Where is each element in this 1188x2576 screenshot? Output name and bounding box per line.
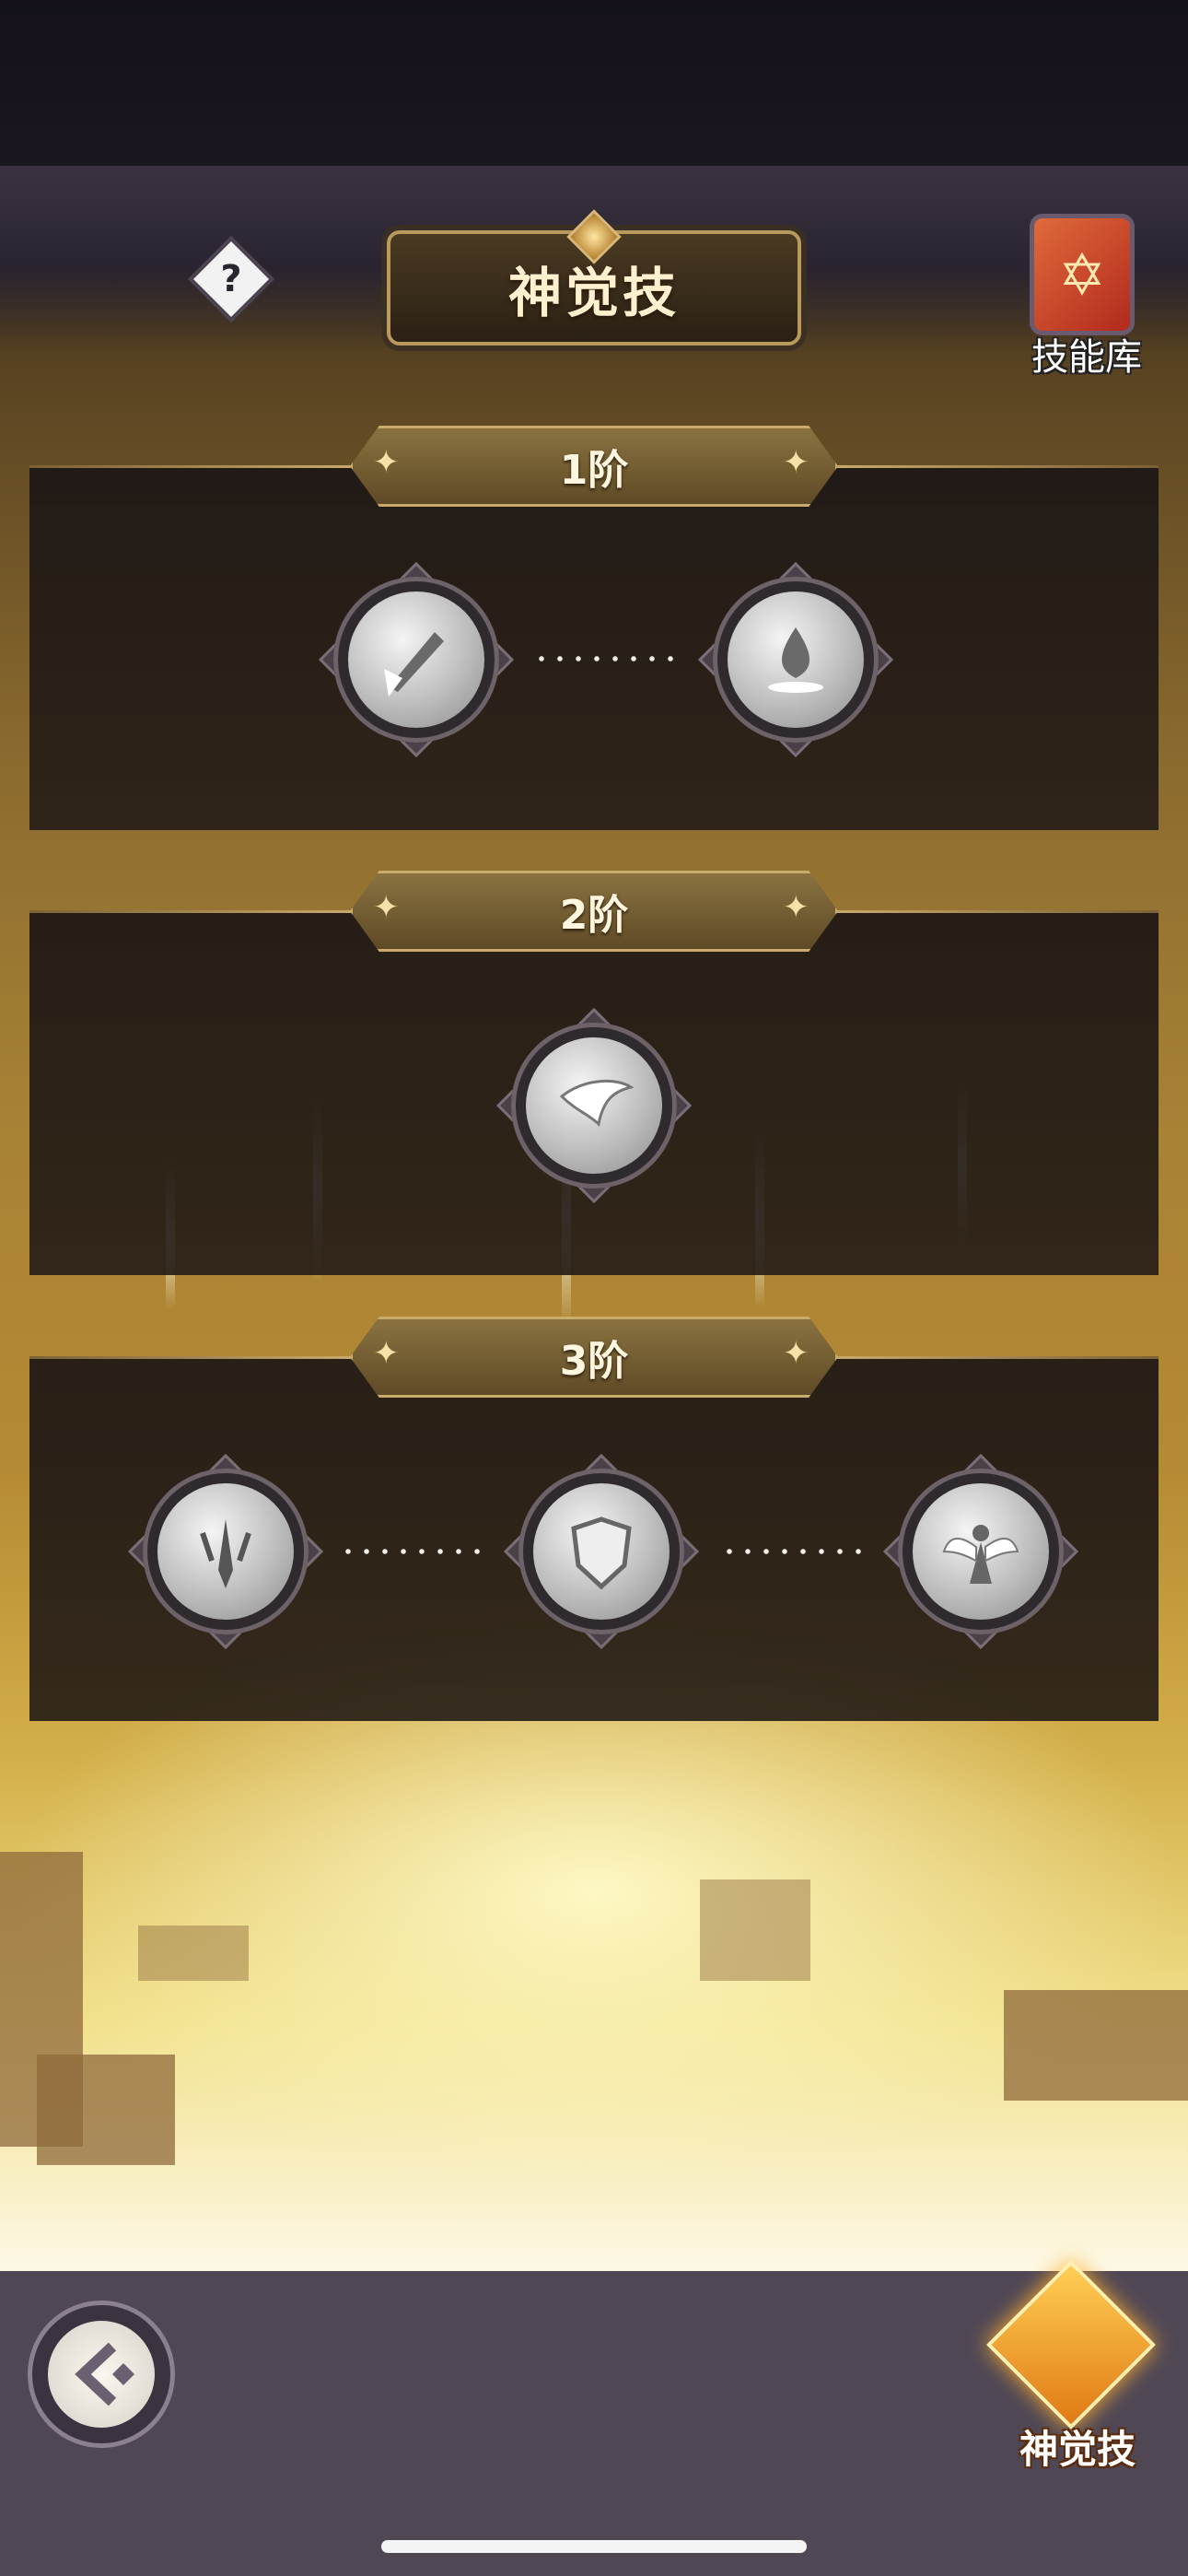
skill-node-trident-sword[interactable]: [126, 1452, 325, 1651]
sparkle-icon: ✦: [373, 889, 400, 926]
tier-3-label: 3阶: [559, 1338, 629, 1385]
tier-2-label: 2阶: [559, 892, 629, 939]
shield-skill-icon: [533, 1483, 670, 1620]
connector-dots: [720, 1548, 868, 1555]
banner-line-left: [29, 1356, 361, 1359]
skill-node-wing[interactable]: [495, 1006, 693, 1205]
question-mark-icon: ?: [220, 258, 242, 300]
hexagram-book-icon: ✡: [1030, 214, 1135, 335]
rock-ruin: [37, 2055, 175, 2165]
skill-node-shield[interactable]: [502, 1452, 701, 1651]
skill-library-label: 技能库: [1031, 336, 1142, 379]
tier-1-banner: 1阶: [350, 426, 838, 507]
distant-ruin: [138, 1926, 249, 1981]
skill-node-water-drop[interactable]: [696, 560, 895, 759]
banner-line-right: [829, 910, 1159, 913]
home-indicator[interactable]: [381, 2540, 807, 2553]
trident-sword-skill-icon: [157, 1483, 294, 1620]
winged-goddess-skill-icon: [913, 1483, 1049, 1620]
sparkle-icon: ✦: [373, 1335, 400, 1372]
skill-node-winged-goddess[interactable]: [881, 1452, 1080, 1651]
connector-dots: [339, 1548, 486, 1555]
awaken-tab-label: 神觉技: [1019, 2427, 1136, 2472]
sparkle-icon: ✦: [783, 889, 809, 926]
bridge-ruin: [1004, 1990, 1188, 2101]
sparkle-icon: ✦: [783, 444, 809, 481]
back-arrow-icon: [48, 2321, 155, 2428]
banner-line-left: [29, 910, 361, 913]
tier-1-panel: [29, 465, 1159, 830]
skill-node-sword-shatter[interactable]: [317, 560, 516, 759]
banner-line-left: [29, 465, 361, 468]
connector-dots: [532, 655, 680, 662]
sparkle-icon: ✦: [783, 1335, 809, 1372]
distant-ruin: [700, 1879, 810, 1981]
banner-line-right: [829, 465, 1159, 468]
sword-shatter-skill-icon: [348, 591, 484, 728]
wing-skill-icon: [526, 1037, 662, 1174]
banner-line-right: [829, 1356, 1159, 1359]
tier-3-banner: 3阶: [350, 1317, 838, 1398]
sparkle-icon: ✦: [373, 444, 400, 481]
water-drop-skill-icon: [728, 591, 864, 728]
status-bar-area: [0, 0, 1188, 166]
tier-2-banner: 2阶: [350, 871, 838, 952]
tier-1-label: 1阶: [559, 447, 629, 494]
